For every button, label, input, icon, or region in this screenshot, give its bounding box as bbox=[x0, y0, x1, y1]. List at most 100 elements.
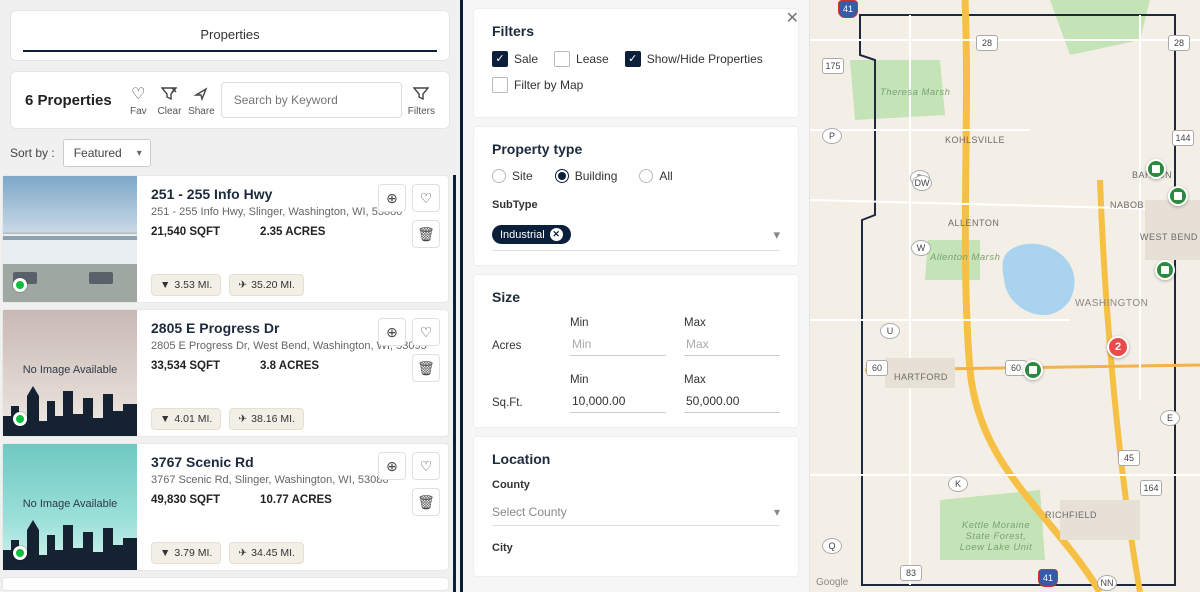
property-sqft: 49,830 SQFT bbox=[151, 494, 220, 506]
route-shield-icon: 83 bbox=[900, 565, 922, 581]
favorite-button[interactable]: ♡ bbox=[412, 452, 440, 480]
property-card[interactable]: ⊕ ♡ 🗑 251 - 255 Info Hwy 251 - 255 Info … bbox=[2, 175, 449, 303]
route-shield-icon: DW bbox=[912, 175, 932, 191]
share-button[interactable]: Share bbox=[188, 84, 215, 117]
radio-all[interactable]: All bbox=[639, 169, 672, 183]
checkbox-icon bbox=[492, 77, 508, 93]
chip-remove-icon[interactable]: ✕ bbox=[550, 228, 563, 241]
interstate-shield-icon: 41 bbox=[1038, 569, 1058, 587]
map-label: Theresa Marsh bbox=[880, 87, 950, 98]
subtype-chip: Industrial ✕ bbox=[492, 225, 571, 244]
property-acres: 3.8 ACRES bbox=[260, 360, 319, 372]
route-shield-icon: NN bbox=[1097, 575, 1117, 591]
size-section: Size Acres Min Max Sq.Ft. Min Max bbox=[473, 274, 799, 428]
acres-max-input[interactable] bbox=[684, 333, 780, 356]
sqft-label: Sq.Ft. bbox=[492, 397, 552, 413]
acres-min-input[interactable] bbox=[570, 333, 666, 356]
route-shield-icon: U bbox=[880, 323, 900, 339]
sqft-min-input[interactable] bbox=[570, 390, 666, 413]
funnel-icon bbox=[413, 84, 429, 104]
county-select[interactable]: Select County ▾ bbox=[492, 499, 780, 526]
sqft-max-input[interactable] bbox=[684, 390, 780, 413]
search-input[interactable] bbox=[221, 82, 402, 118]
property-sqft: 33,534 SQFT bbox=[151, 360, 220, 372]
map[interactable]: KOHLSVILLE BARTON NABOB ALLENTON WEST BE… bbox=[810, 0, 1200, 592]
no-image-label: No Image Available bbox=[23, 364, 118, 376]
subtype-select[interactable]: Industrial ✕ ▾ bbox=[492, 219, 780, 251]
property-list[interactable]: ⊕ ♡ 🗑 251 - 255 Info Hwy 251 - 255 Info … bbox=[0, 175, 456, 592]
magnify-plus-icon: ⊕ bbox=[386, 458, 398, 475]
county-label: County bbox=[492, 479, 780, 491]
map-pin-icon[interactable] bbox=[1023, 360, 1043, 380]
map-label: NABOB bbox=[1110, 200, 1144, 210]
map-label: HARTFORD bbox=[894, 372, 948, 382]
filters-heading: Filters bbox=[492, 23, 780, 39]
distance-badge: ▼4.01 MI. bbox=[151, 408, 221, 430]
map-pin-icon[interactable] bbox=[1155, 260, 1175, 280]
listing-toolbar: 6 Properties ♡ Fav Clear Share bbox=[10, 71, 450, 129]
fav-button[interactable]: ♡ Fav bbox=[126, 84, 151, 117]
size-heading: Size bbox=[492, 289, 780, 305]
plane-icon: ✈ bbox=[238, 547, 247, 559]
filters-toggle-button[interactable]: Filters bbox=[408, 84, 435, 117]
sort-select[interactable]: Featured bbox=[63, 139, 151, 167]
radio-icon bbox=[555, 169, 569, 183]
zoom-button[interactable]: ⊕ bbox=[378, 318, 406, 346]
route-shield-icon: 175 bbox=[822, 58, 844, 74]
route-shield-icon: 144 bbox=[1172, 130, 1194, 146]
map-label: Allenton Marsh bbox=[930, 252, 1000, 263]
map-pin-icon[interactable] bbox=[1168, 186, 1188, 206]
favorite-button[interactable]: ♡ bbox=[412, 318, 440, 346]
trash-icon: 🗑 bbox=[417, 360, 435, 377]
plane-icon: ✈ bbox=[238, 413, 247, 425]
checkbox-sale[interactable]: Sale bbox=[492, 51, 538, 67]
property-count: 6 Properties bbox=[25, 92, 112, 109]
tab-properties[interactable]: Properties bbox=[23, 19, 437, 52]
radio-icon bbox=[492, 169, 506, 183]
distance-badge: ✈35.20 MI. bbox=[229, 274, 304, 296]
zoom-button[interactable]: ⊕ bbox=[378, 452, 406, 480]
interstate-shield-icon: 41 bbox=[838, 0, 858, 18]
status-dot-icon bbox=[13, 412, 27, 426]
chevron-down-icon: ▾ bbox=[774, 505, 780, 519]
zoom-button[interactable]: ⊕ bbox=[378, 184, 406, 212]
acres-label: Acres bbox=[492, 340, 552, 356]
property-acres: 2.35 ACRES bbox=[260, 226, 325, 238]
checkbox-lease[interactable]: Lease bbox=[554, 51, 609, 67]
property-card[interactable]: No Image Available ⊕ ♡ 🗑 3767 Scenic Rd … bbox=[2, 443, 449, 571]
route-shield-icon: E bbox=[1160, 410, 1180, 426]
map-pin-icon[interactable] bbox=[1146, 159, 1166, 179]
favorite-button[interactable]: ♡ bbox=[412, 184, 440, 212]
map-label: KOHLSVILLE bbox=[945, 135, 1005, 145]
heart-icon: ♡ bbox=[131, 84, 145, 104]
trash-icon: 🗑 bbox=[417, 494, 435, 511]
checkbox-filter-by-map[interactable]: Filter by Map bbox=[492, 77, 583, 93]
property-card[interactable] bbox=[2, 577, 449, 591]
map-cluster-pin[interactable]: 2 bbox=[1107, 336, 1129, 358]
route-shield-icon: P bbox=[822, 128, 842, 144]
tabs-bar: Properties bbox=[10, 10, 450, 61]
radio-site[interactable]: Site bbox=[492, 169, 533, 183]
property-card[interactable]: No Image Available ⊕ ♡ 🗑 2805 E Progress… bbox=[2, 309, 449, 437]
radio-building[interactable]: Building bbox=[555, 169, 618, 183]
magnify-plus-icon: ⊕ bbox=[386, 190, 398, 207]
delete-button[interactable]: 🗑 bbox=[412, 220, 440, 248]
route-shield-icon: 28 bbox=[976, 35, 998, 51]
heart-icon: ♡ bbox=[420, 324, 433, 341]
filters-panel: ✕ Filters Sale Lease Show/Hide Propertie… bbox=[460, 0, 810, 592]
funnel-x-icon bbox=[161, 84, 177, 104]
shield-icon: ▼ bbox=[160, 279, 170, 291]
max-label: Max bbox=[684, 317, 780, 329]
heart-icon: ♡ bbox=[420, 458, 433, 475]
listing-panel: Properties 6 Properties ♡ Fav Clear Shar… bbox=[0, 0, 460, 592]
clear-button[interactable]: Clear bbox=[157, 84, 182, 117]
close-filters-button[interactable]: ✕ bbox=[786, 8, 799, 28]
status-dot-icon bbox=[13, 278, 27, 292]
location-section: Location County Select County ▾ City bbox=[473, 436, 799, 577]
property-sqft: 21,540 SQFT bbox=[151, 226, 220, 238]
delete-button[interactable]: 🗑 bbox=[412, 488, 440, 516]
delete-button[interactable]: 🗑 bbox=[412, 354, 440, 382]
sort-row: Sort by : Featured bbox=[0, 139, 460, 175]
checkbox-showhide[interactable]: Show/Hide Properties bbox=[625, 51, 763, 67]
map-label: RICHFIELD bbox=[1045, 510, 1097, 520]
